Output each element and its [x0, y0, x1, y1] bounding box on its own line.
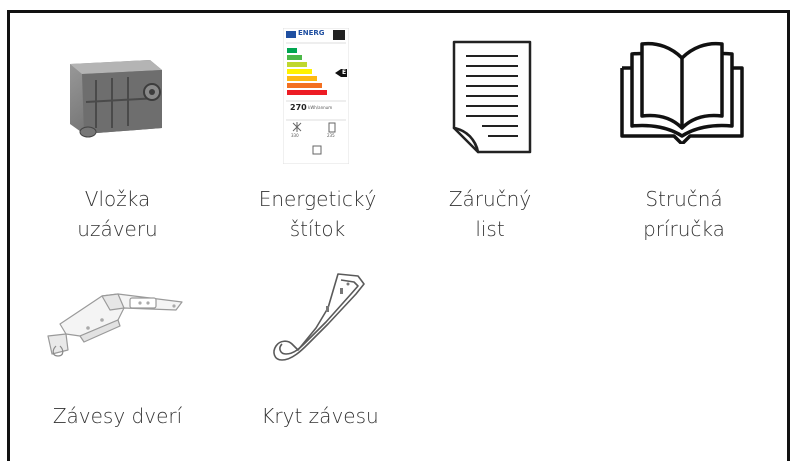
item-label-energy-label: Energetický štítok — [258, 187, 377, 241]
closure-insert-icon — [62, 50, 172, 150]
freezer-volume: 330 — [291, 133, 299, 138]
door-hinge-icon — [40, 284, 190, 364]
item-label-quick-guide: Stručná príručka — [643, 187, 725, 241]
energy-unit: kWh/annum — [308, 105, 333, 110]
energy-label-header: ENERG — [298, 29, 325, 37]
open-book-icon — [618, 40, 746, 146]
hinge-cover-icon — [268, 268, 368, 368]
item-label-hinge-cover: Kryt závesu — [261, 404, 379, 428]
warranty-document-icon — [448, 40, 534, 156]
energy-label-icon — [282, 27, 350, 165]
item-label-closure-insert: Vložka uzáveru — [77, 187, 158, 241]
energy-class-letter: E — [342, 69, 347, 76]
fridge-volume: 235 — [327, 133, 335, 138]
item-label-door-hinges: Závesy dverí — [52, 404, 183, 428]
item-label-warranty: Záručný list — [448, 187, 532, 241]
energy-consumption: 270 — [290, 103, 307, 112]
